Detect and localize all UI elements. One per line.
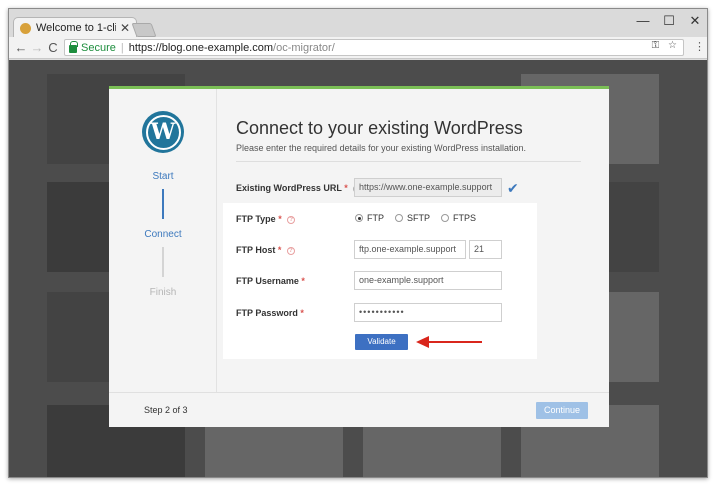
radio-unselected-icon[interactable] (441, 214, 450, 222)
wordpress-logo-mark: W (145, 114, 181, 150)
wordpress-logo-icon: W (142, 111, 184, 153)
reload-icon[interactable]: C (46, 40, 60, 56)
step-counter: Step 2 of 3 (144, 405, 188, 415)
step-connector (162, 189, 164, 219)
browser-menu-icon[interactable]: ⋮ (694, 40, 705, 53)
page-subtitle: Please enter the required details for yo… (236, 143, 526, 153)
forward-arrow-icon[interactable]: → (30, 40, 44, 56)
required-mark: * (344, 183, 348, 193)
radio-sftp-label: SFTP (407, 213, 431, 223)
address-bar[interactable]: Secure | https://blog.one-example.com /o… (64, 39, 684, 56)
url-host: https://blog.one-example.com (128, 41, 274, 54)
browser-tab[interactable]: Welcome to 1-click Migra ✕ (13, 17, 137, 38)
continue-button[interactable]: Continue (536, 402, 588, 419)
ftp-password-field[interactable]: ••••••••••• (354, 303, 502, 322)
required-mark: * (277, 245, 282, 255)
maximize-button[interactable]: ☐ (659, 13, 679, 29)
favicon-icon (20, 22, 31, 34)
address-divider: | (120, 41, 124, 54)
ftp-username-field[interactable]: one-example.support (354, 271, 502, 290)
wp-url-field[interactable]: https://www.one-example.support (354, 178, 502, 197)
migration-wizard-modal: W Start Connect Finish Connect to your e… (109, 86, 609, 427)
ftp-host-label: FTP Host * ? (236, 245, 295, 255)
page-viewport: W Start Connect Finish Connect to your e… (9, 60, 707, 477)
wp-url-label-text: Existing WordPress URL (236, 183, 342, 193)
ftp-host-field[interactable]: ftp.one-example.support (354, 240, 466, 259)
step-connector (162, 247, 164, 277)
close-window-button[interactable]: ✕ (685, 13, 705, 29)
checkmark-icon: ✔ (507, 180, 519, 196)
lock-icon (69, 40, 78, 53)
ftp-username-label: FTP Username * (236, 276, 305, 286)
ftp-host-label-text: FTP Host (236, 245, 276, 255)
browser-toolbar: ← → C Secure | https://blog.one-example.… (9, 37, 707, 59)
pointer-arrow-icon (416, 336, 482, 348)
help-icon[interactable]: ? (287, 215, 296, 224)
ftp-type-label: FTP Type * ? (236, 214, 296, 224)
tab-title: Welcome to 1-click Migra (36, 22, 116, 34)
url-path: /oc-migrator/ (273, 41, 335, 54)
required-mark: * (300, 308, 304, 318)
wizard-steps: W Start Connect Finish (109, 89, 217, 392)
ftp-port-field[interactable]: 21 (469, 240, 502, 259)
ftp-password-label-text: FTP Password (236, 308, 298, 318)
radio-ftp[interactable]: FTP (355, 213, 384, 223)
radio-unselected-icon[interactable] (395, 214, 403, 222)
title-bar: Welcome to 1-click Migra ✕ — ☐ ✕ (9, 9, 707, 38)
divider (236, 161, 581, 162)
step-connect: Connect (144, 229, 182, 240)
page-title: Connect to your existing WordPress (236, 118, 523, 138)
radio-ftp-label: FTP (367, 213, 384, 223)
help-icon[interactable]: ? (286, 246, 295, 255)
bookmark-star-icon[interactable]: ☆ (668, 40, 677, 51)
arrow-head (416, 336, 429, 348)
radio-ftps-label: FTPS (453, 213, 477, 223)
key-icon[interactable]: ⚿ (652, 40, 660, 51)
radio-selected-icon[interactable] (355, 214, 363, 222)
wizard-footer: Step 2 of 3 Continue (109, 392, 609, 427)
validate-button[interactable]: Validate (355, 334, 408, 350)
radio-sftp[interactable]: SFTP (395, 213, 430, 223)
new-tab-button[interactable] (131, 23, 157, 37)
back-arrow-icon[interactable]: ← (14, 40, 28, 56)
required-mark: * (278, 214, 282, 224)
ftp-username-label-text: FTP Username (236, 276, 299, 286)
ftp-type-label-text: FTP Type (236, 214, 276, 224)
ftp-password-label: FTP Password * (236, 308, 304, 318)
tab-close-icon[interactable]: ✕ (120, 21, 130, 35)
ftp-type-radio-group: FTP SFTP FTPS (355, 213, 487, 223)
wp-url-label: Existing WordPress URL * ? (236, 183, 362, 193)
radio-ftps[interactable]: FTPS (441, 213, 476, 223)
step-finish: Finish (149, 287, 177, 298)
required-mark: * (301, 276, 305, 286)
secure-label: Secure (81, 41, 116, 54)
address-bar-icons: ⚿ ☆ (652, 40, 677, 51)
browser-window: Welcome to 1-click Migra ✕ — ☐ ✕ ← → C S… (8, 8, 708, 478)
step-start: Start (152, 171, 174, 182)
minimize-button[interactable]: — (633, 13, 653, 28)
